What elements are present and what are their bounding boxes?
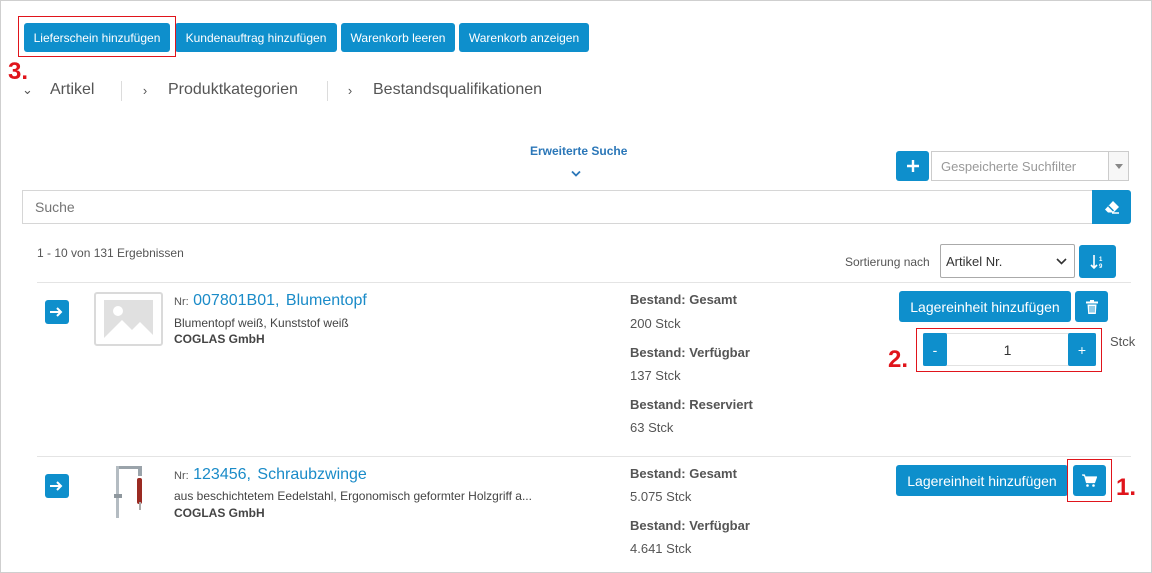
- tab-stock-qualifications[interactable]: › Bestandsqualifikationen: [345, 80, 542, 100]
- sort-select[interactable]: Artikel Nr.: [940, 244, 1075, 278]
- stock-available-value: 137 Stck: [630, 368, 681, 383]
- item-nr-prefix: Nr:: [174, 296, 189, 308]
- chevron-down-icon: ⌄: [22, 82, 33, 97]
- image-placeholder-icon: [94, 292, 163, 346]
- advanced-search-link[interactable]: Erweiterte Suche: [530, 144, 627, 158]
- add-filter-button[interactable]: [896, 151, 929, 181]
- stock-total-value: 200 Stck: [630, 316, 681, 331]
- add-storage-unit-button[interactable]: Lagereinheit hinzufügen: [896, 465, 1068, 496]
- item-title[interactable]: Nr: 007801B01, Blumentopf: [174, 292, 367, 310]
- divider: [37, 282, 1131, 283]
- highlight-box-2: [916, 328, 1102, 372]
- sort-order-icon: 1 9: [1089, 254, 1103, 270]
- stock-available-label: Bestand: Verfügbar: [630, 345, 750, 360]
- item-description: aus beschichtetem Eedelstahl, Ergonomisc…: [174, 489, 532, 503]
- divider: [37, 456, 1131, 457]
- sort-direction-button[interactable]: 1 9: [1079, 245, 1116, 278]
- results-summary: 1 - 10 von 131 Ergebnissen: [37, 246, 184, 260]
- tab-articles[interactable]: ⌄ Artikel: [22, 80, 94, 100]
- item-nr-prefix: Nr:: [174, 470, 189, 482]
- saved-filter-placeholder: Gespeicherte Suchfilter: [941, 158, 1077, 174]
- item-name[interactable]: Blumentopf: [286, 292, 367, 309]
- item-company: COGLAS GmbH: [174, 506, 265, 520]
- open-item-button[interactable]: [45, 474, 69, 498]
- add-storage-unit-button[interactable]: Lagereinheit hinzufügen: [899, 291, 1071, 322]
- dropdown-caret-icon: [1108, 152, 1128, 180]
- highlight-box-1: [1067, 459, 1112, 502]
- clamp-product-image: [108, 464, 148, 520]
- show-cart-button[interactable]: Warenkorb anzeigen: [459, 23, 589, 52]
- stock-available-label: Bestand: Verfügbar: [630, 518, 750, 533]
- item-nr[interactable]: 007801B01,: [193, 292, 279, 309]
- clear-search-button[interactable]: [1092, 190, 1131, 224]
- item-nr[interactable]: 123456,: [193, 466, 251, 483]
- item-title[interactable]: Nr: 123456, Schraubzwinge: [174, 466, 367, 484]
- svg-text:9: 9: [1099, 264, 1103, 270]
- arrow-right-icon: [50, 481, 63, 491]
- tab-divider: [327, 81, 328, 101]
- tab-divider: [121, 81, 122, 101]
- marker-2: 2.: [888, 346, 909, 373]
- search-input[interactable]: [22, 190, 1092, 224]
- eraser-icon: [1104, 201, 1119, 214]
- highlight-box-3: [18, 16, 176, 57]
- delete-button[interactable]: [1075, 291, 1108, 322]
- item-name[interactable]: Schraubzwinge: [257, 466, 366, 483]
- open-item-button[interactable]: [45, 300, 69, 324]
- stock-reserved-value: 63 Stck: [630, 420, 674, 435]
- chevron-down-icon[interactable]: [571, 165, 581, 183]
- arrow-right-icon: [50, 307, 63, 317]
- stock-total-value: 5.075 Stck: [630, 489, 692, 504]
- chevron-right-icon: ›: [142, 82, 148, 98]
- stock-available-value: 4.641 Stck: [630, 541, 692, 556]
- item-company: COGLAS GmbH: [174, 332, 265, 346]
- tab-articles-label: Artikel: [50, 81, 95, 98]
- tab-stock-qualifications-label: Bestandsqualifikationen: [373, 81, 543, 98]
- chevron-right-icon: ›: [347, 82, 353, 98]
- add-sales-order-button[interactable]: Kundenauftrag hinzufügen: [175, 23, 337, 52]
- stock-total-label: Bestand: Gesamt: [630, 466, 737, 481]
- item-description: Blumentopf weiß, Kunststof weiß: [174, 316, 349, 330]
- stock-reserved-label: Bestand: Reserviert: [630, 397, 753, 412]
- sort-label: Sortierung nach: [845, 255, 930, 269]
- marker-1: 1.: [1116, 474, 1137, 501]
- plus-icon: [906, 160, 919, 172]
- trash-icon: [1085, 299, 1098, 314]
- clear-cart-button[interactable]: Warenkorb leeren: [341, 23, 455, 52]
- saved-filter-select[interactable]: Gespeicherte Suchfilter: [931, 151, 1129, 181]
- tab-product-categories-label: Produktkategorien: [168, 81, 298, 98]
- sort-select-value: Artikel Nr.: [946, 253, 1003, 269]
- quantity-unit: Stck: [1110, 334, 1136, 349]
- chevron-down-icon: [1056, 252, 1074, 270]
- tab-product-categories[interactable]: › Produktkategorien: [140, 80, 298, 100]
- svg-text:1: 1: [1099, 257, 1103, 263]
- stock-total-label: Bestand: Gesamt: [630, 292, 737, 307]
